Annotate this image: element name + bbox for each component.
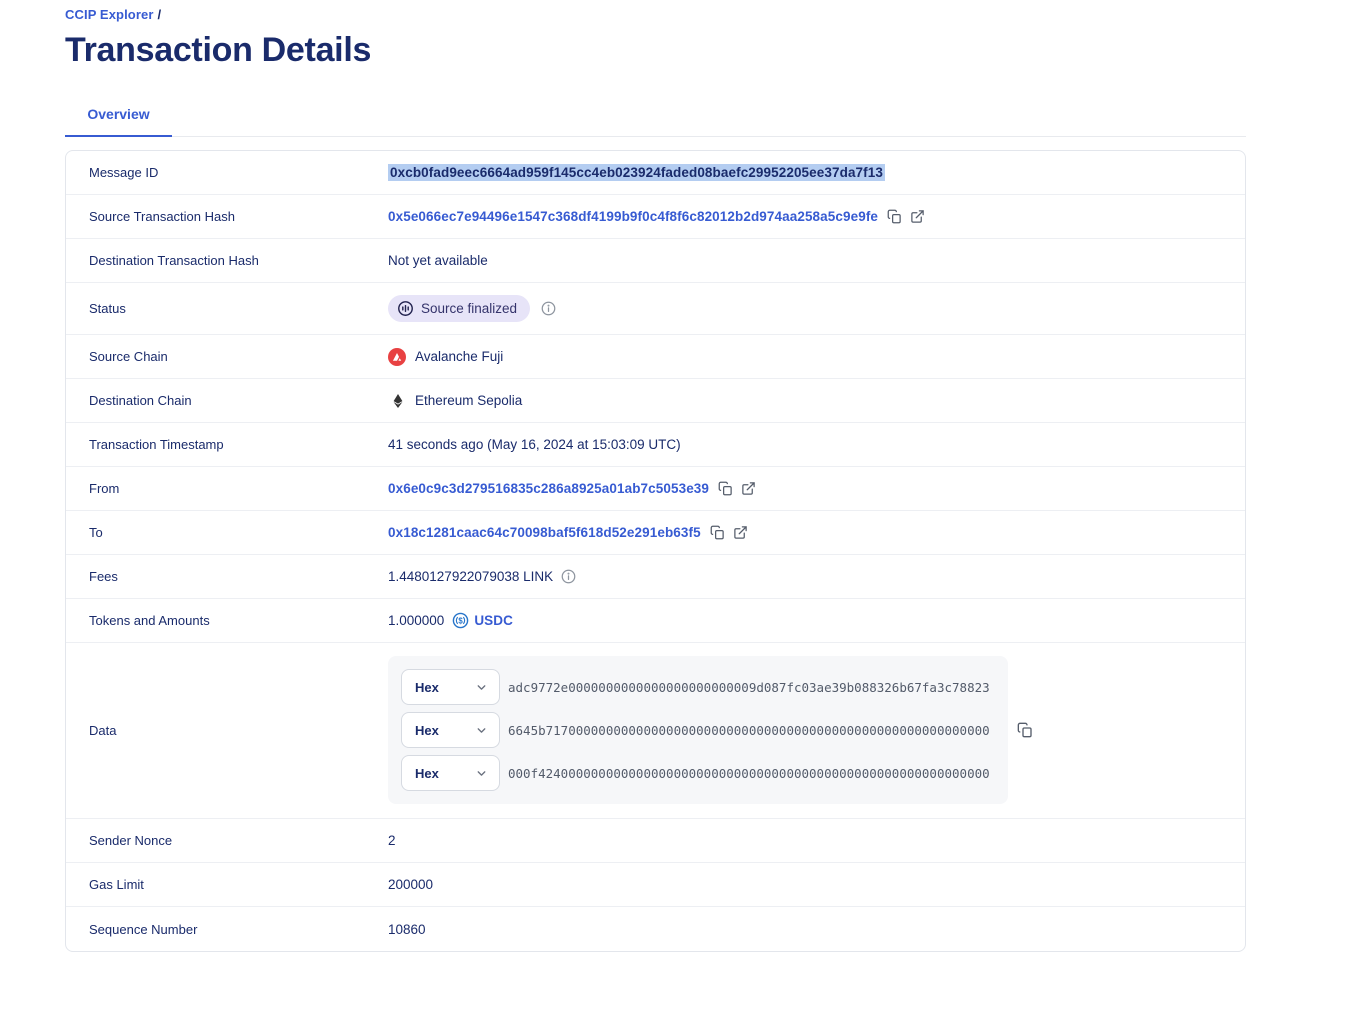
avalanche-fuji-icon xyxy=(388,348,406,366)
row-timestamp: Transaction Timestamp 41 seconds ago (Ma… xyxy=(66,423,1245,467)
dest-chain-value: Ethereum Sepolia xyxy=(415,393,522,408)
row-dest-chain: Destination Chain Ethereum Sepolia xyxy=(66,379,1245,423)
source-chain-label: Source Chain xyxy=(89,349,388,364)
breadcrumb: CCIP Explorer / xyxy=(65,7,1354,22)
status-badge: Source finalized xyxy=(388,295,530,322)
token-amount-value: 1.000000 xyxy=(388,613,444,628)
row-from: From 0x6e0c9c3d279516835c286a8925a01ab7c… xyxy=(66,467,1245,511)
data-line: Hex adc9772e0000000000000000000000009d08… xyxy=(401,669,995,705)
usdc-token-icon: $ xyxy=(452,612,469,629)
source-tx-hash-link[interactable]: 0x5e066ec7e94496e1547c368df4199b9f0c4f8f… xyxy=(388,209,878,224)
breadcrumb-ccip-explorer-link[interactable]: CCIP Explorer xyxy=(65,7,153,22)
data-line: Hex 000f42400000000000000000000000000000… xyxy=(401,755,995,791)
svg-text:$: $ xyxy=(459,616,464,625)
copy-button[interactable] xyxy=(887,209,902,224)
copy-icon xyxy=(718,481,733,496)
chevron-down-icon xyxy=(475,681,488,694)
data-hex-line-3: 000f424000000000000000000000000000000000… xyxy=(508,766,990,781)
row-source-chain: Source Chain Avalanche Fuji xyxy=(66,335,1245,379)
data-hex-panel: Hex adc9772e0000000000000000000000009d08… xyxy=(388,656,1008,804)
external-link-icon xyxy=(741,481,756,496)
external-link-button[interactable] xyxy=(910,209,925,224)
data-hex-line-2: 6645b71700000000000000000000000000000000… xyxy=(508,723,990,738)
from-address-link[interactable]: 0x6e0c9c3d279516835c286a8925a01ab7c5053e… xyxy=(388,481,709,496)
ethereum-sepolia-icon xyxy=(390,393,406,409)
sequence-number-label: Sequence Number xyxy=(89,922,388,937)
breadcrumb-separator: / xyxy=(157,7,161,22)
transaction-details-page: CCIP Explorer / Transaction Details Overv… xyxy=(0,0,1354,952)
row-data: Data Hex adc9772e00000000000000000000000… xyxy=(66,643,1245,819)
data-line: Hex 6645b7170000000000000000000000000000… xyxy=(401,712,995,748)
row-source-tx-hash: Source Transaction Hash 0x5e066ec7e94496… xyxy=(66,195,1245,239)
row-tokens-amounts: Tokens and Amounts 1.000000 $ USDC xyxy=(66,599,1245,643)
fees-value: 1.4480127922079038 LINK xyxy=(388,569,553,584)
copy-icon xyxy=(1017,722,1033,738)
row-sender-nonce: Sender Nonce 2 xyxy=(66,819,1245,863)
message-id-value: 0xcb0fad9eec6664ad959f145cc4eb023924fade… xyxy=(388,164,885,181)
copy-button[interactable] xyxy=(718,481,733,496)
fees-label: Fees xyxy=(89,569,388,584)
data-label: Data xyxy=(89,723,388,738)
external-link-button[interactable] xyxy=(733,525,748,540)
data-hex-line-1: adc9772e0000000000000000000000009d087fc0… xyxy=(508,680,990,695)
copy-icon xyxy=(710,525,725,540)
from-label: From xyxy=(89,481,388,496)
gas-limit-label: Gas Limit xyxy=(89,877,388,892)
hex-select-value: Hex xyxy=(415,723,439,738)
row-to: To 0x18c1281caac64c70098baf5f618d52e291e… xyxy=(66,511,1245,555)
dest-tx-hash-label: Destination Transaction Hash xyxy=(89,253,388,268)
to-label: To xyxy=(89,525,388,540)
chevron-down-icon xyxy=(475,767,488,780)
row-status: Status Source finalized xyxy=(66,283,1245,335)
message-id-label: Message ID xyxy=(89,165,388,180)
status-label: Status xyxy=(89,301,388,316)
sender-nonce-label: Sender Nonce xyxy=(89,833,388,848)
hex-format-select[interactable]: Hex xyxy=(401,755,500,791)
tab-overview[interactable]: Overview xyxy=(65,100,172,137)
status-info-button[interactable] xyxy=(541,301,556,316)
dest-chain-label: Destination Chain xyxy=(89,393,388,408)
row-message-id: Message ID 0xcb0fad9eec6664ad959f145cc4e… xyxy=(66,151,1245,195)
row-dest-tx-hash: Destination Transaction Hash Not yet ava… xyxy=(66,239,1245,283)
status-badge-text: Source finalized xyxy=(421,301,517,316)
dest-tx-hash-value: Not yet available xyxy=(388,253,488,268)
tab-bar: Overview xyxy=(65,100,1246,137)
hex-format-select[interactable]: Hex xyxy=(401,669,500,705)
tokens-amounts-label: Tokens and Amounts xyxy=(89,613,388,628)
transaction-details-card: Message ID 0xcb0fad9eec6664ad959f145cc4e… xyxy=(65,150,1246,952)
copy-icon xyxy=(887,209,902,224)
fees-info-button[interactable] xyxy=(561,569,576,584)
external-link-button[interactable] xyxy=(741,481,756,496)
chevron-down-icon xyxy=(475,724,488,737)
to-address-link[interactable]: 0x18c1281caac64c70098baf5f618d52e291eb63… xyxy=(388,525,701,540)
hex-format-select[interactable]: Hex xyxy=(401,712,500,748)
data-copy-button[interactable] xyxy=(1017,722,1033,738)
page-title: Transaction Details xyxy=(65,31,1354,70)
row-fees: Fees 1.4480127922079038 LINK xyxy=(66,555,1245,599)
source-chain-value: Avalanche Fuji xyxy=(415,349,503,364)
timestamp-label: Transaction Timestamp xyxy=(89,437,388,452)
hex-select-value: Hex xyxy=(415,680,439,695)
gas-limit-value: 200000 xyxy=(388,877,433,892)
source-tx-hash-label: Source Transaction Hash xyxy=(89,209,388,224)
info-icon xyxy=(561,569,576,584)
source-finalized-icon xyxy=(397,300,414,317)
row-sequence-number: Sequence Number 10860 xyxy=(66,907,1245,951)
usdc-token-link[interactable]: USDC xyxy=(474,613,513,628)
timestamp-value: 41 seconds ago (May 16, 2024 at 15:03:09… xyxy=(388,437,681,452)
external-link-icon xyxy=(733,525,748,540)
info-icon xyxy=(541,301,556,316)
sender-nonce-value: 2 xyxy=(388,833,396,848)
external-link-icon xyxy=(910,209,925,224)
copy-button[interactable] xyxy=(710,525,725,540)
hex-select-value: Hex xyxy=(415,766,439,781)
sequence-number-value: 10860 xyxy=(388,922,426,937)
row-gas-limit: Gas Limit 200000 xyxy=(66,863,1245,907)
